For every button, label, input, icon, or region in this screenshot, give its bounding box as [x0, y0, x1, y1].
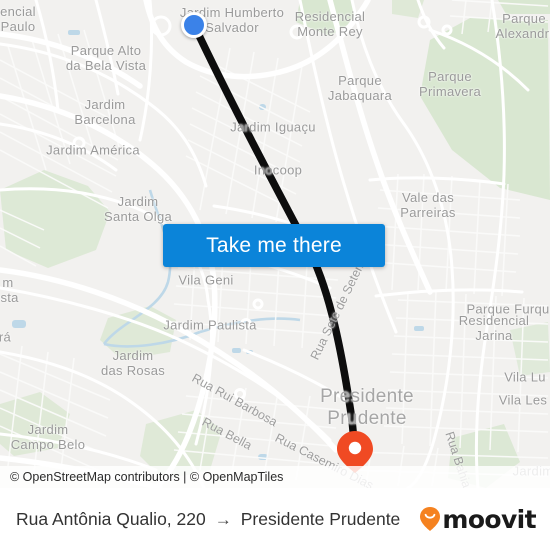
moovit-wordmark: moovit [442, 504, 536, 534]
attribution-text[interactable]: © OpenStreetMap contributors | © OpenMap… [10, 470, 283, 484]
moovit-pin-icon [420, 507, 441, 531]
map-canvas[interactable]: encial Paulo Parque Alto da Bela Vista J… [0, 0, 550, 488]
arrow-right-icon: → [214, 509, 232, 529]
moovit-logo[interactable]: moovit [419, 504, 537, 534]
route-destination-label: Presidente Prudente [240, 508, 401, 529]
route-origin-label: Rua Antônia Qualio, 220 [16, 508, 206, 529]
take-me-there-button[interactable]: Take me there [163, 224, 385, 267]
footer-bar: Rua Antônia Qualio, 220 → Presidente Pru… [0, 488, 550, 550]
route-summary: Rua Antônia Qualio, 220 → Presidente Pru… [16, 509, 419, 530]
map-attribution-bar: © OpenStreetMap contributors | © OpenMap… [0, 466, 550, 488]
moovit-route-screenshot: encial Paulo Parque Alto da Bela Vista J… [0, 0, 550, 550]
origin-marker-icon[interactable] [181, 12, 207, 38]
